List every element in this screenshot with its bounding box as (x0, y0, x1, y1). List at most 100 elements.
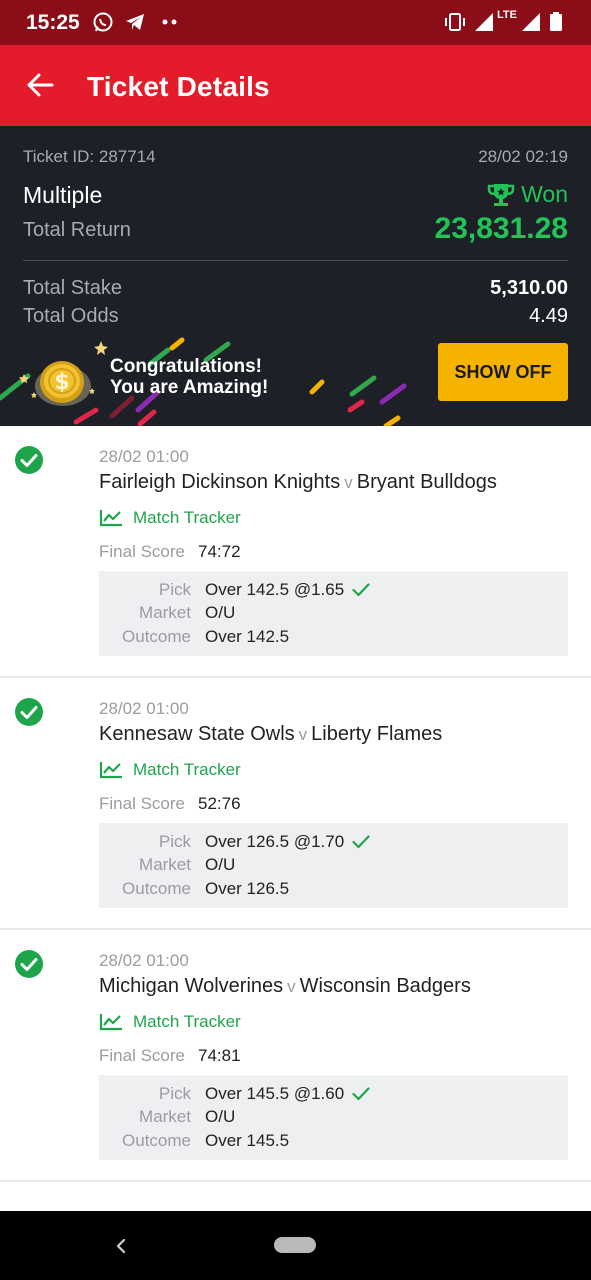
outcome-label: Outcome (122, 879, 191, 898)
kickoff-time: 28/02 01:00 (99, 447, 189, 466)
final-score-value: 74:81 (198, 1046, 241, 1065)
pick-row: Pick Over 145.5 @1.60 (99, 1084, 568, 1108)
pick-value-wrap: Over 142.5 @1.65 (205, 580, 370, 600)
match-tracker-link[interactable]: Match Tracker (99, 508, 241, 528)
kickoff-time: 28/02 01:00 (99, 699, 189, 718)
svg-text:$: $ (54, 370, 69, 395)
pick-value-wrap: Over 145.5 @1.60 (205, 1084, 370, 1104)
vibrate-icon (445, 13, 465, 31)
market-row: Market O/U (99, 855, 568, 879)
pick-value-wrap: Over 126.5 @1.70 (205, 832, 370, 852)
back-arrow-icon[interactable] (24, 69, 56, 101)
market-label: Market (139, 1107, 191, 1126)
pick-label: Pick (158, 832, 191, 851)
telegram-icon (126, 14, 144, 30)
market-value: O/U (205, 1107, 236, 1126)
checkmark-icon (352, 1087, 370, 1101)
bet-list: 28/02 01:00 Fairleigh Dickinson Knights v… (0, 426, 591, 1182)
final-score-value: 74:72 (198, 542, 241, 561)
ticket-date: 28/02 02:19 (478, 147, 568, 166)
next-bet-partial (0, 1186, 591, 1211)
outcome-row: Outcome Over 142.5 (99, 627, 568, 651)
bet-card: 28/02 01:00 Kennesaw State Owls v Liberty … (0, 678, 591, 930)
pick-row: Pick Over 142.5 @1.65 (99, 580, 568, 604)
checkmark-icon (352, 835, 370, 849)
versus-separator: v (344, 473, 353, 492)
check-circle-icon (15, 446, 43, 474)
market-value: O/U (205, 603, 236, 622)
pick-label: Pick (158, 580, 191, 599)
final-score-label: Final Score (99, 794, 185, 813)
trophy-icon (487, 183, 515, 206)
system-nav-bar (0, 1211, 591, 1280)
outcome-row: Outcome Over 145.5 (99, 1131, 568, 1155)
selection-details: Pick Over 145.5 @1.60 Market O/U Outcome… (99, 1075, 568, 1160)
chart-line-icon (99, 762, 122, 779)
signal-icon (475, 13, 493, 31)
congrats-line-2: You are Amazing! (110, 377, 269, 398)
more-dots-icon (162, 19, 177, 25)
final-score-label: Final Score (99, 542, 185, 561)
market-row: Market O/U (99, 1107, 568, 1131)
kickoff-time: 28/02 01:00 (99, 951, 189, 970)
pick-value: Over 145.5 @1.60 (205, 1084, 345, 1103)
total-return-label: Total Return (23, 219, 131, 241)
checkmark-icon (352, 583, 370, 597)
final-score-label: Final Score (99, 1046, 185, 1065)
outcome-row: Outcome Over 126.5 (99, 879, 568, 903)
versus-separator: v (298, 725, 308, 744)
total-return-value: 23,831.28 (434, 212, 568, 245)
whatsapp-icon (93, 12, 113, 32)
chart-line-icon (99, 1014, 122, 1031)
market-label: Market (139, 855, 191, 874)
outcome-value: Over 126.5 (205, 879, 290, 898)
outcome-label: Outcome (122, 1131, 191, 1150)
outcome-value: Over 145.5 (205, 1131, 290, 1150)
status-time: 15:25 (26, 11, 80, 34)
pick-row: Pick Over 126.5 @1.70 (99, 832, 568, 856)
ticket-id: Ticket ID: 287714 (23, 147, 156, 166)
match-teams: Kennesaw State Owls v Liberty Flames (99, 723, 442, 746)
match-teams: Fairleigh Dickinson Knights v Bryant Bulld… (99, 471, 497, 494)
home-team: Michigan Wolverines (99, 975, 284, 997)
match-tracker-link[interactable]: Match Tracker (99, 1012, 241, 1032)
show-off-button[interactable]: SHOW OFF (438, 343, 568, 401)
market-label: Market (139, 603, 191, 622)
coin-icon: $ (35, 361, 91, 406)
total-stake-value: 5,310.00 (490, 277, 568, 299)
check-circle-icon (15, 698, 43, 726)
chart-line-icon (99, 510, 122, 527)
total-odds-label: Total Odds (23, 305, 119, 327)
match-tracker-link[interactable]: Match Tracker (99, 760, 241, 780)
pick-label: Pick (158, 1084, 191, 1103)
match-teams: Michigan Wolverines v Wisconsin Badgers (99, 975, 471, 998)
selection-details: Pick Over 142.5 @1.65 Market O/U Outcome… (99, 571, 568, 656)
app-bar: Ticket Details (0, 45, 591, 126)
page-title: Ticket Details (87, 71, 270, 102)
away-team: Bryant Bulldogs (356, 471, 497, 493)
market-value: O/U (205, 855, 236, 874)
congrats-text: Congratulations! You are Amazing! (110, 356, 268, 398)
total-stake-label: Total Stake (23, 277, 122, 299)
final-score-value: 52:76 (198, 794, 241, 813)
network-label: LTE (497, 9, 517, 21)
nav-back-icon[interactable] (112, 1235, 130, 1257)
away-team: Wisconsin Badgers (299, 975, 471, 997)
nav-home-pill[interactable] (274, 1237, 316, 1253)
bet-card: 28/02 01:00 Michigan Wolverines v Wisconsi… (0, 930, 591, 1182)
pick-value: Over 126.5 @1.70 (205, 832, 345, 851)
battery-icon (550, 12, 562, 31)
home-team: Kennesaw State Owls (99, 723, 295, 745)
away-team: Liberty Flames (311, 723, 443, 745)
outcome-value: Over 142.5 (205, 627, 290, 646)
congrats-banner: $ Congratulations! You are Amazing! SHOW… (0, 332, 591, 426)
ticket-summary: Ticket ID: 287714 28/02 02:19 Multiple W… (0, 126, 591, 426)
status-text: Won (521, 181, 568, 207)
congrats-line-1: Congratulations! (110, 356, 262, 377)
summary-divider (23, 260, 568, 261)
market-row: Market O/U (99, 603, 568, 627)
match-tracker-label: Match Tracker (133, 1012, 241, 1031)
home-team: Fairleigh Dickinson Knights (99, 471, 341, 493)
bet-card: 28/02 01:00 Fairleigh Dickinson Knights v… (0, 426, 591, 678)
selection-details: Pick Over 126.5 @1.70 Market O/U Outcome… (99, 823, 568, 908)
